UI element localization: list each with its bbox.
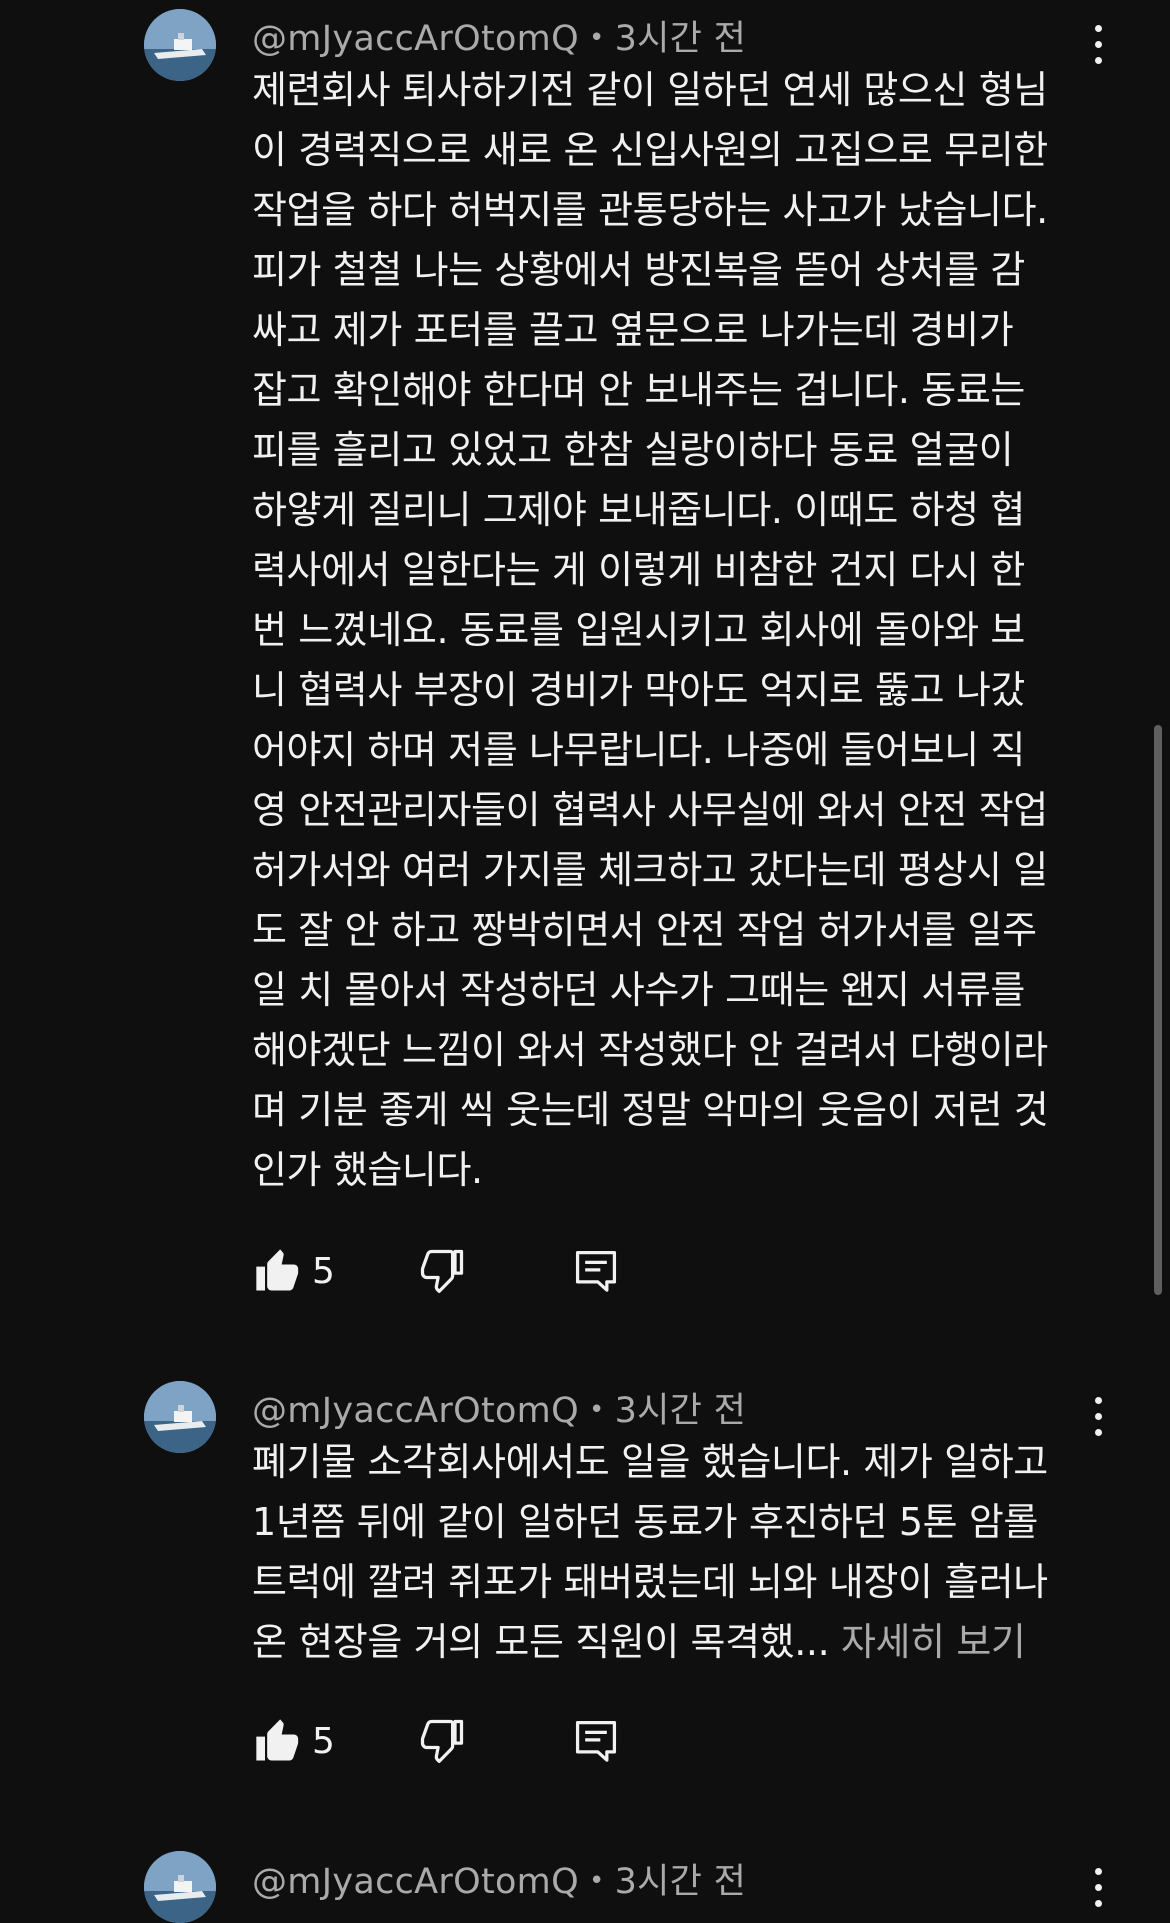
comment-line: 작업을 하다 허벅지를 관통당하는 사고가 났습니다. xyxy=(252,188,1048,232)
meta-separator: • xyxy=(588,1395,605,1425)
comment-meta: @mJyaccArOtomQ • 3시간 전 xyxy=(252,1853,746,1904)
comment-line: 피를 흘리고 있었고 한참 실랑이하다 동료 얼굴이 xyxy=(252,428,1014,472)
author-handle[interactable]: @mJyaccArOtomQ xyxy=(252,1862,579,1902)
comment-reply-icon xyxy=(575,1250,617,1292)
meta-separator: • xyxy=(588,1866,605,1896)
comment-reply-icon xyxy=(575,1720,617,1762)
author-handle[interactable]: @mJyaccArOtomQ xyxy=(252,1391,579,1431)
comment-line: 해야겠단 느낌이 와서 작성했다 안 걸려서 다행이라 xyxy=(252,1028,1048,1072)
comment-line: 피가 철철 나는 상황에서 방진복을 뜯어 상처를 감 xyxy=(252,248,1025,292)
comment-line: 번 느꼈네요. 동료를 입원시키고 회사에 돌아와 보 xyxy=(252,608,1025,652)
thumbs-down-icon xyxy=(420,1719,464,1763)
thumbs-down-icon xyxy=(420,1249,464,1293)
comment-line: 인가 했습니다. xyxy=(252,1148,483,1192)
more-options-icon[interactable] xyxy=(1078,1857,1118,1917)
comment-line: 허가서와 여러 가지를 체크하고 갔다는데 평상시 일 xyxy=(252,848,1048,892)
like-button[interactable] xyxy=(252,1245,304,1297)
comment-line: 도 잘 안 하고 짱박히면서 안전 작업 허가서를 일주 xyxy=(252,908,1037,952)
comment-time[interactable]: 3시간 전 xyxy=(615,1391,747,1431)
comment-line: 하얗게 질리니 그제야 보내줍니다. 이때도 하청 협 xyxy=(252,488,1025,532)
meta-separator: • xyxy=(588,23,605,53)
comment-line: 1년쯤 뒤에 같이 일하던 동료가 후진하던 5톤 암롤 xyxy=(252,1500,1038,1544)
author-handle[interactable]: @mJyaccArOtomQ xyxy=(252,19,579,59)
comment-line: 제련회사 퇴사하기전 같이 일하던 연세 많으신 형님 xyxy=(252,68,1048,112)
comment-text: 폐기물 소각회사에서도 일을 했습니다. 제가 일하고 1년쯤 뒤에 같이 일하… xyxy=(252,1432,1092,1672)
dislike-button[interactable] xyxy=(416,1245,468,1297)
reply-button[interactable] xyxy=(570,1245,622,1297)
comment-line: 온 현장을 거의 모든 직원이 목격했... xyxy=(252,1620,830,1664)
thumbs-up-icon xyxy=(256,1719,299,1761)
comment-line: 어야지 하며 저를 나무랍니다. 나중에 들어보니 직 xyxy=(252,728,1025,772)
comment-text: 제련회사 퇴사하기전 같이 일하던 연세 많으신 형님 이 경력직으로 새로 온… xyxy=(252,60,1092,1200)
comment-meta: @mJyaccArOtomQ • 3시간 전 xyxy=(252,10,746,61)
comment-line: 니 협력사 부장이 경비가 막아도 억지로 뚫고 나갔 xyxy=(252,668,1025,712)
comment-line: 트럭에 깔려 쥐포가 돼버렸는데 뇌와 내장이 흘러나 xyxy=(252,1560,1048,1604)
comment-line: 일 치 몰아서 작성하던 사수가 그때는 왠지 서류를 xyxy=(252,968,1025,1012)
comment-line: 이 경력직으로 새로 온 신입사원의 고집으로 무리한 xyxy=(252,128,1048,172)
comment-line: 싸고 제가 포터를 끌고 옆문으로 나가는데 경비가 xyxy=(252,308,1014,352)
like-button[interactable] xyxy=(252,1715,304,1767)
comment-time[interactable]: 3시간 전 xyxy=(615,1862,747,1902)
comment-line: 영 안전관리자들이 협력사 사무실에 와서 안전 작업 xyxy=(252,788,1048,832)
comment-time[interactable]: 3시간 전 xyxy=(615,19,747,59)
comment-actions: 5 xyxy=(252,1245,652,1305)
thumbs-up-icon xyxy=(256,1249,299,1291)
scrollbar-thumb[interactable] xyxy=(1154,725,1162,1295)
comment-actions: 5 xyxy=(252,1715,652,1775)
avatar[interactable] xyxy=(144,1381,216,1453)
comment-line: 며 기분 좋게 씩 웃는데 정말 악마의 웃음이 저런 것 xyxy=(252,1088,1049,1132)
like-count: 5 xyxy=(312,1721,335,1762)
comment-line: 잡고 확인해야 한다며 안 보내주는 겁니다. 동료는 xyxy=(252,368,1025,412)
comment-meta: @mJyaccArOtomQ • 3시간 전 xyxy=(252,1382,746,1433)
comment-line: 폐기물 소각회사에서도 일을 했습니다. 제가 일하고 xyxy=(252,1440,1048,1484)
avatar[interactable] xyxy=(144,1851,216,1923)
avatar[interactable] xyxy=(144,9,216,81)
read-more-link[interactable]: 자세히 보기 xyxy=(841,1620,1026,1664)
reply-button[interactable] xyxy=(570,1715,622,1767)
like-count: 5 xyxy=(312,1251,335,1292)
dislike-button[interactable] xyxy=(416,1715,468,1767)
comment-line: 력사에서 일한다는 게 이렇게 비참한 건지 다시 한 xyxy=(252,548,1025,592)
